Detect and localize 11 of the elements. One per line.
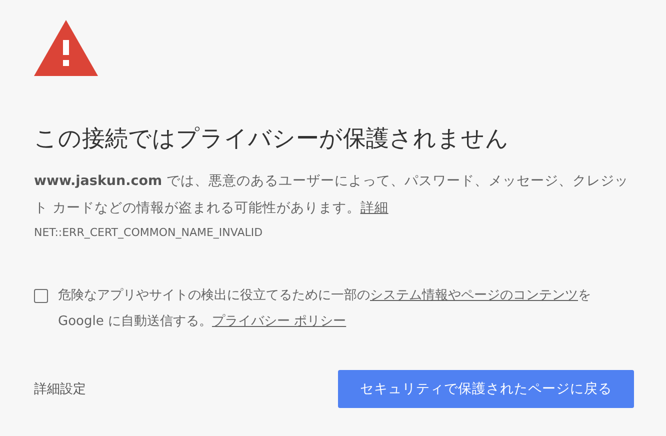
checkbox-label: 危険なアプリやサイトの検出に役立てるために一部のシステム情報やページのコンテンツ を Google に自動送信する。プライバシー ポリシー bbox=[58, 287, 592, 331]
back-button[interactable]: セキュリティで保護されたページに戻る bbox=[338, 370, 634, 408]
description-text: www.jaskun.com では、悪意のあるユーザーによって、パスワード、メッセージ、クレジット カードなどの情報が盗まれる可能性があります。詳細 bbox=[34, 172, 630, 218]
link[interactable]: プライバシー ポリシー bbox=[212, 314, 346, 329]
page-title: この接続ではプライバシーが保護されません bbox=[34, 125, 510, 154]
link[interactable]: システム情報やページのコンテンツ bbox=[370, 288, 578, 303]
warning-icon bbox=[34, 20, 98, 76]
error-code: NET::ERR_CERT_COMMON_NAME_INVALID bbox=[34, 226, 264, 239]
advanced-link[interactable]: 詳細設定 bbox=[34, 380, 86, 398]
link[interactable]: 詳細 bbox=[360, 200, 388, 216]
checkbox[interactable] bbox=[34, 289, 48, 303]
